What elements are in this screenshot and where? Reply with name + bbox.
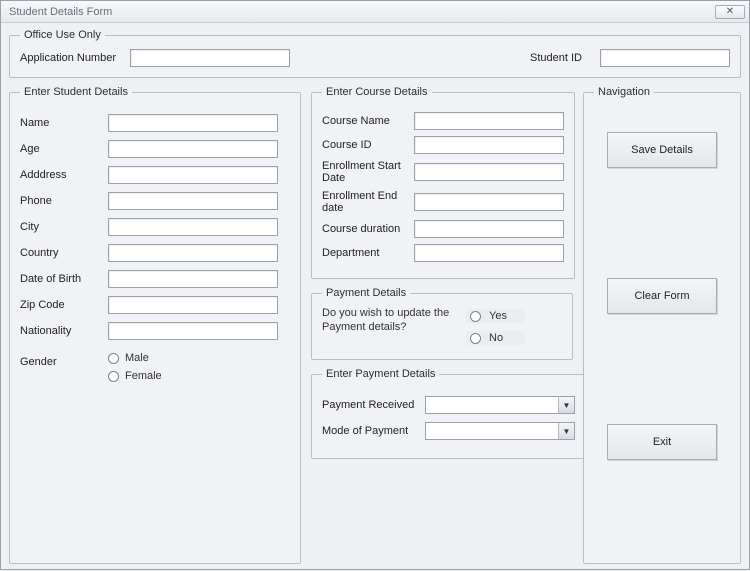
window-frame: Student Details Form ✕ Office Use Only A… [0, 0, 750, 570]
gender-female-label: Female [125, 370, 162, 382]
enroll-end-input[interactable] [414, 193, 564, 211]
student-id-input[interactable] [600, 49, 730, 67]
application-number-label: Application Number [20, 52, 130, 64]
payment-yes-label: Yes [489, 310, 507, 322]
chevron-down-icon[interactable]: ▼ [558, 397, 574, 413]
gender-label: Gender [20, 352, 100, 368]
chevron-down-icon[interactable]: ▼ [558, 423, 574, 439]
navigation-legend: Navigation [594, 86, 654, 98]
address-input[interactable] [108, 166, 278, 184]
course-duration-label: Course duration [322, 223, 406, 235]
course-id-input[interactable] [414, 136, 564, 154]
gender-female-radio[interactable] [108, 371, 119, 382]
course-duration-input[interactable] [414, 220, 564, 238]
student-details-legend: Enter Student Details [20, 86, 132, 98]
age-input[interactable] [108, 140, 278, 158]
country-input[interactable] [108, 244, 278, 262]
dob-input[interactable] [108, 270, 278, 288]
payment-mode-label: Mode of Payment [322, 425, 417, 437]
payment-enter-group: Enter Payment Details Payment Received ▼… [311, 368, 586, 459]
save-details-button[interactable]: Save Details [607, 132, 717, 168]
payment-enter-legend: Enter Payment Details [322, 368, 439, 380]
enroll-start-input[interactable] [414, 163, 564, 181]
payment-update-question: Do you wish to update the Payment detail… [322, 307, 450, 335]
close-icon: ✕ [726, 6, 734, 17]
titlebar: Student Details Form ✕ [1, 1, 749, 23]
zip-input[interactable] [108, 296, 278, 314]
course-name-input[interactable] [414, 112, 564, 130]
student-details-group: Enter Student Details Name Age Adddress … [9, 86, 301, 564]
payment-no-radio[interactable] [470, 333, 481, 344]
course-details-group: Enter Course Details Course Name Course … [311, 86, 575, 279]
payment-question-group: Payment Details Do you wish to update th… [311, 287, 573, 360]
city-input[interactable] [108, 218, 278, 236]
department-input[interactable] [414, 244, 564, 262]
payment-received-input[interactable] [425, 396, 575, 414]
gender-male-label: Male [125, 352, 149, 364]
exit-button[interactable]: Exit [607, 424, 717, 460]
name-input[interactable] [108, 114, 278, 132]
window-close-button[interactable]: ✕ [715, 5, 745, 19]
gender-male-radio[interactable] [108, 353, 119, 364]
office-use-group: Office Use Only Application Number Stude… [9, 29, 741, 78]
nationality-label: Nationality [20, 325, 100, 337]
application-number-input[interactable] [130, 49, 290, 67]
phone-input[interactable] [108, 192, 278, 210]
age-label: Age [20, 143, 100, 155]
course-id-label: Course ID [322, 139, 406, 151]
phone-label: Phone [20, 195, 100, 207]
name-label: Name [20, 117, 100, 129]
payment-received-label: Payment Received [322, 399, 417, 411]
dob-label: Date of Birth [20, 273, 100, 285]
payment-mode-combo[interactable]: ▼ [425, 422, 575, 440]
enroll-end-label: Enrollment End date [322, 190, 406, 214]
navigation-group: Navigation Save Details Clear Form Exit [583, 86, 741, 564]
course-details-legend: Enter Course Details [322, 86, 432, 98]
payment-question-legend: Payment Details [322, 287, 410, 299]
clear-form-button[interactable]: Clear Form [607, 278, 717, 314]
window-title: Student Details Form [9, 6, 112, 18]
city-label: City [20, 221, 100, 233]
client-area: Office Use Only Application Number Stude… [1, 23, 749, 571]
department-label: Department [322, 247, 406, 259]
payment-yes-radio[interactable] [470, 311, 481, 322]
country-label: Country [20, 247, 100, 259]
payment-mode-input[interactable] [425, 422, 575, 440]
zip-label: Zip Code [20, 299, 100, 311]
payment-no-label: No [489, 332, 503, 344]
address-label: Adddress [20, 169, 100, 181]
office-use-legend: Office Use Only [20, 29, 105, 41]
course-name-label: Course Name [322, 115, 406, 127]
payment-received-combo[interactable]: ▼ [425, 396, 575, 414]
enroll-start-label: Enrollment Start Date [322, 160, 406, 184]
nationality-input[interactable] [108, 322, 278, 340]
student-id-label: Student ID [530, 52, 600, 64]
